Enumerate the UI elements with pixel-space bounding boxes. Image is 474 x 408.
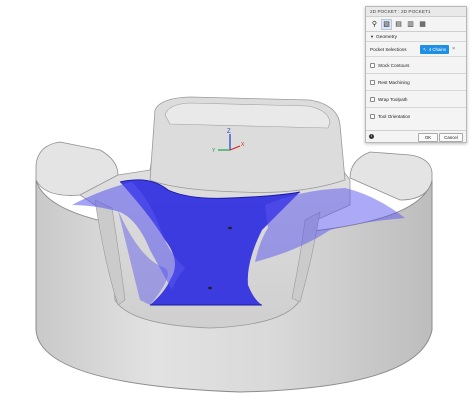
dialog-tab-bar: ⚲ ▧ ▤ ▥ ▦ <box>366 17 466 32</box>
rest-machining-label: Rest Machining <box>378 79 410 85</box>
tool-orientation-label: Tool Orientation <box>378 113 411 119</box>
heights-icon[interactable]: ▤ <box>393 19 404 30</box>
passes-icon[interactable]: ▥ <box>405 19 416 30</box>
part-back-boss-top <box>164 102 331 129</box>
pocket-dialog: 2D POCKET : 2D POCKET1 ⚲ ▧ ▤ ▥ ▦ ▼ Geomet… <box>365 6 467 143</box>
rest-machining-group[interactable]: Rest Machining <box>366 73 466 90</box>
tool-orientation-checkbox[interactable] <box>370 113 375 119</box>
dialog-footer: i OK Cancel <box>366 130 466 142</box>
stock-contours-label: Stock Contours <box>378 62 410 68</box>
axis-z-label: Z <box>227 129 231 135</box>
chains-button[interactable]: ↖ 4 Chains <box>420 44 450 54</box>
tool-orientation-group[interactable]: Tool Orientation <box>366 107 466 124</box>
wrap-toolpath-checkbox[interactable] <box>370 96 375 102</box>
tool-icon[interactable]: ⚲ <box>369 19 380 30</box>
rest-machining-checkbox[interactable] <box>370 79 375 85</box>
part-top-rim-right <box>349 151 433 201</box>
pocket-selections-row: Pocket Selections ↖ 4 Chains × <box>366 42 466 56</box>
wrap-toolpath-label: Wrap Toolpath <box>378 96 408 102</box>
pocket-selections-label: Pocket Selections <box>370 46 407 52</box>
clear-selection-icon[interactable]: × <box>452 46 455 52</box>
drill-point-1 <box>228 226 232 230</box>
drill-point-2 <box>208 286 212 290</box>
geometry-section-header[interactable]: ▼ Geometry <box>366 32 466 42</box>
geometry-icon[interactable]: ▧ <box>381 18 392 30</box>
dialog-title: 2D POCKET : 2D POCKET1 <box>366 7 466 17</box>
cursor-icon: ↖ <box>423 46 427 52</box>
info-icon[interactable]: i <box>369 134 374 139</box>
caret-down-icon: ▼ <box>370 34 374 39</box>
linking-icon[interactable]: ▦ <box>417 19 428 30</box>
stock-contours-checkbox[interactable] <box>370 62 375 68</box>
stock-contours-group[interactable]: Stock Contours <box>366 56 466 73</box>
wrap-toolpath-group[interactable]: Wrap Toolpath <box>366 90 466 107</box>
ok-button[interactable]: OK <box>418 133 438 142</box>
cancel-button[interactable]: Cancel <box>439 133 463 142</box>
